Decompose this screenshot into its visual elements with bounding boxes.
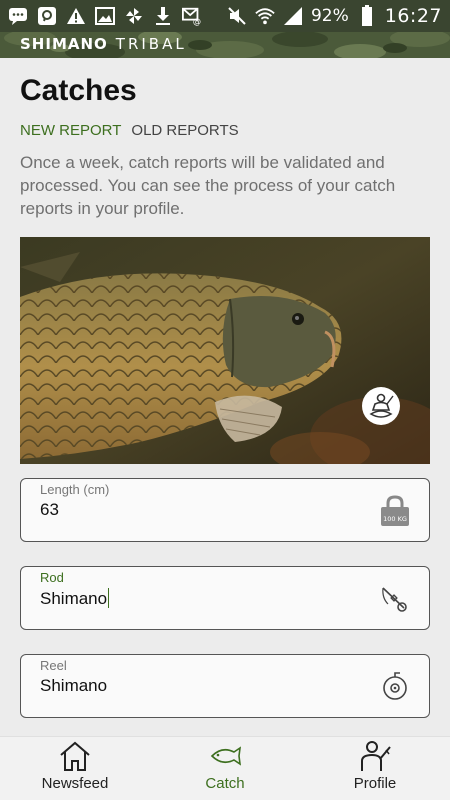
tab-old-reports[interactable]: OLD REPORTS (131, 122, 238, 139)
description-text: Once a week, catch reports will be valid… (20, 153, 396, 218)
length-field[interactable]: Length (cm) 63 100 KG (20, 478, 430, 542)
bottom-navigation: Newsfeed Catch Profile (0, 736, 450, 800)
main-content: Catches NEW REPORT OLD REPORTS Once a we… (0, 58, 450, 736)
reel-field[interactable]: Reel Shimano (20, 654, 430, 718)
warning-icon (66, 6, 86, 26)
reel-value[interactable]: Shimano (40, 676, 107, 696)
tab-new-report[interactable]: NEW REPORT (20, 122, 121, 139)
weight-lock-icon: 100 KG (379, 494, 411, 528)
fish-icon (208, 739, 242, 773)
text-cursor (108, 588, 110, 608)
email-icon: @ (182, 6, 202, 26)
nav-catch-label: Catch (205, 775, 245, 792)
home-icon (58, 739, 92, 773)
report-tabs: NEW REPORT OLD REPORTS (20, 122, 239, 139)
page-title: Catches (20, 74, 137, 107)
reel-icon (379, 670, 411, 704)
length-label: Length (cm) (40, 482, 110, 497)
message-icon (37, 6, 57, 26)
nav-newsfeed[interactable]: Newsfeed (0, 737, 150, 800)
clock: 16:27 (384, 5, 442, 27)
app-screen: @ 92% 16:27 SHIMANO TRIBAL Catches NEW R… (0, 0, 450, 800)
chat-icon (8, 6, 28, 26)
length-value[interactable]: 63 (40, 500, 59, 520)
brand-logo: SHIMANO TRIBAL (20, 35, 187, 53)
nav-profile-label: Profile (353, 775, 397, 792)
carp-image (20, 237, 430, 464)
mute-icon (227, 6, 247, 26)
catch-photo[interactable] (20, 237, 430, 464)
fisherman-icon[interactable] (362, 387, 400, 425)
download-icon (153, 6, 173, 26)
rod-label: Rod (40, 570, 64, 585)
rod-icon (379, 582, 411, 616)
nav-catch[interactable]: Catch (150, 737, 300, 800)
rod-value-text: Shimano (40, 589, 108, 608)
svg-text:100 KG: 100 KG (383, 515, 407, 523)
signal-icon (283, 6, 303, 26)
battery-icon (357, 5, 377, 26)
status-bar: @ 92% 16:27 (0, 0, 450, 32)
brand-bar: SHIMANO TRIBAL (0, 32, 450, 58)
pinwheel-icon (124, 6, 144, 26)
nav-profile[interactable]: Profile (300, 737, 450, 800)
nav-newsfeed-label: Newsfeed (41, 775, 109, 792)
wifi-icon (255, 6, 275, 26)
reel-label: Reel (40, 658, 67, 673)
rod-value[interactable]: Shimano (40, 588, 110, 609)
svg-text:@: @ (193, 16, 201, 26)
gallery-icon (95, 6, 115, 26)
battery-percent: 92% (310, 6, 349, 26)
rod-field[interactable]: Rod Shimano (20, 566, 430, 630)
fisher-profile-icon (358, 739, 392, 773)
